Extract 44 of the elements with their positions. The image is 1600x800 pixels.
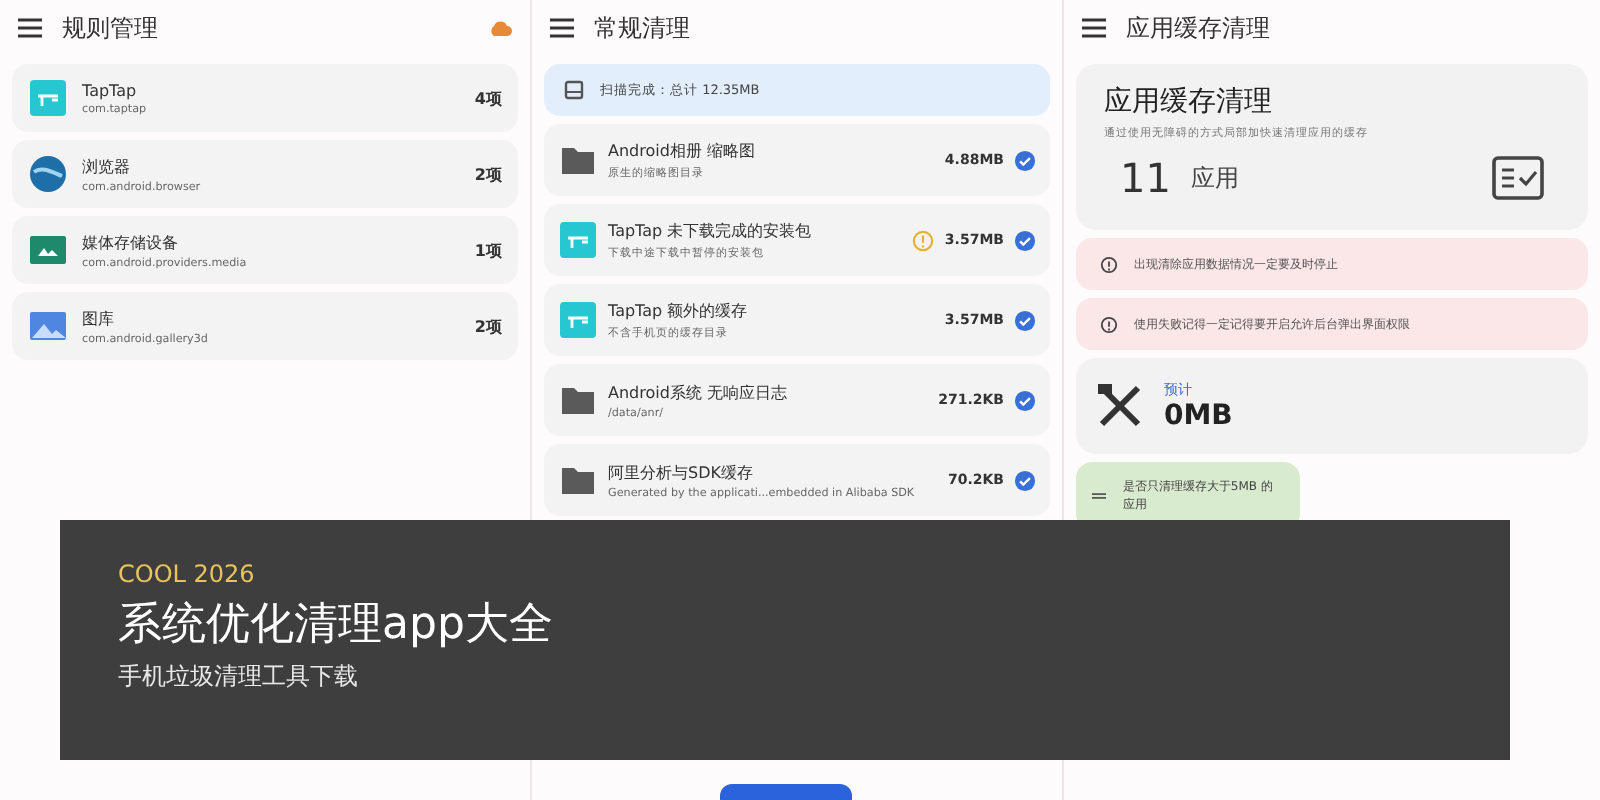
image-icon bbox=[28, 230, 68, 270]
app-name: 图库 bbox=[82, 307, 116, 329]
screen-title: 规则管理 bbox=[62, 11, 160, 45]
checkbox[interactable] bbox=[1014, 389, 1036, 411]
card-title: 应用缓存清理 bbox=[1104, 84, 1274, 120]
overlay-headline: 系统优化清理app大全 bbox=[118, 598, 555, 654]
filter-icon bbox=[1092, 490, 1107, 502]
overlay-kicker: COOL 2026 bbox=[118, 560, 257, 588]
app-name: 媒体存储设备 bbox=[82, 231, 180, 253]
globe-icon bbox=[28, 154, 68, 194]
app-name: TapTap bbox=[82, 81, 139, 99]
checkbox[interactable] bbox=[1014, 149, 1036, 171]
junk-name: Android系统 无响应日志 bbox=[608, 381, 789, 403]
tools-icon bbox=[1096, 382, 1144, 430]
app-name: 浏览器 bbox=[82, 155, 132, 177]
junk-name: 阿里分析与SDK缓存 bbox=[608, 461, 755, 483]
overlay-subtitle: 手机垃圾清理工具下载 bbox=[118, 660, 360, 694]
checkbox[interactable] bbox=[1014, 229, 1036, 251]
app-unit: 应用 bbox=[1190, 161, 1241, 195]
app-icon bbox=[558, 220, 598, 260]
junk-name: TapTap 未下载完成的安装包 bbox=[608, 219, 814, 241]
storage-icon bbox=[564, 80, 584, 100]
rule-count: 4项 bbox=[474, 87, 502, 109]
screen-title: 常规清理 bbox=[594, 11, 692, 45]
info-icon bbox=[1100, 315, 1118, 333]
rule-count: 1项 bbox=[474, 239, 502, 261]
menu-icon[interactable] bbox=[1082, 18, 1106, 38]
app-icon bbox=[28, 78, 68, 118]
rule-count: 2项 bbox=[474, 315, 502, 337]
junk-name: TapTap 额外的缓存 bbox=[608, 299, 750, 321]
menu-icon[interactable] bbox=[550, 18, 574, 38]
junk-name: Android相册 缩略图 bbox=[608, 139, 757, 161]
menu-icon[interactable] bbox=[18, 18, 42, 38]
app-count: 11 bbox=[1120, 154, 1171, 202]
screen-title: 应用缓存清理 bbox=[1126, 11, 1272, 45]
rule-count: 2项 bbox=[474, 163, 502, 185]
estimate-value: 0MB bbox=[1164, 400, 1233, 432]
info-icon bbox=[1100, 255, 1118, 273]
gallery-icon bbox=[28, 306, 68, 346]
app-icon bbox=[558, 300, 598, 340]
checkbox[interactable] bbox=[1014, 309, 1036, 331]
checkbox[interactable] bbox=[1014, 469, 1036, 491]
cloud-icon[interactable] bbox=[488, 18, 512, 38]
checklist-icon[interactable] bbox=[1492, 156, 1544, 200]
